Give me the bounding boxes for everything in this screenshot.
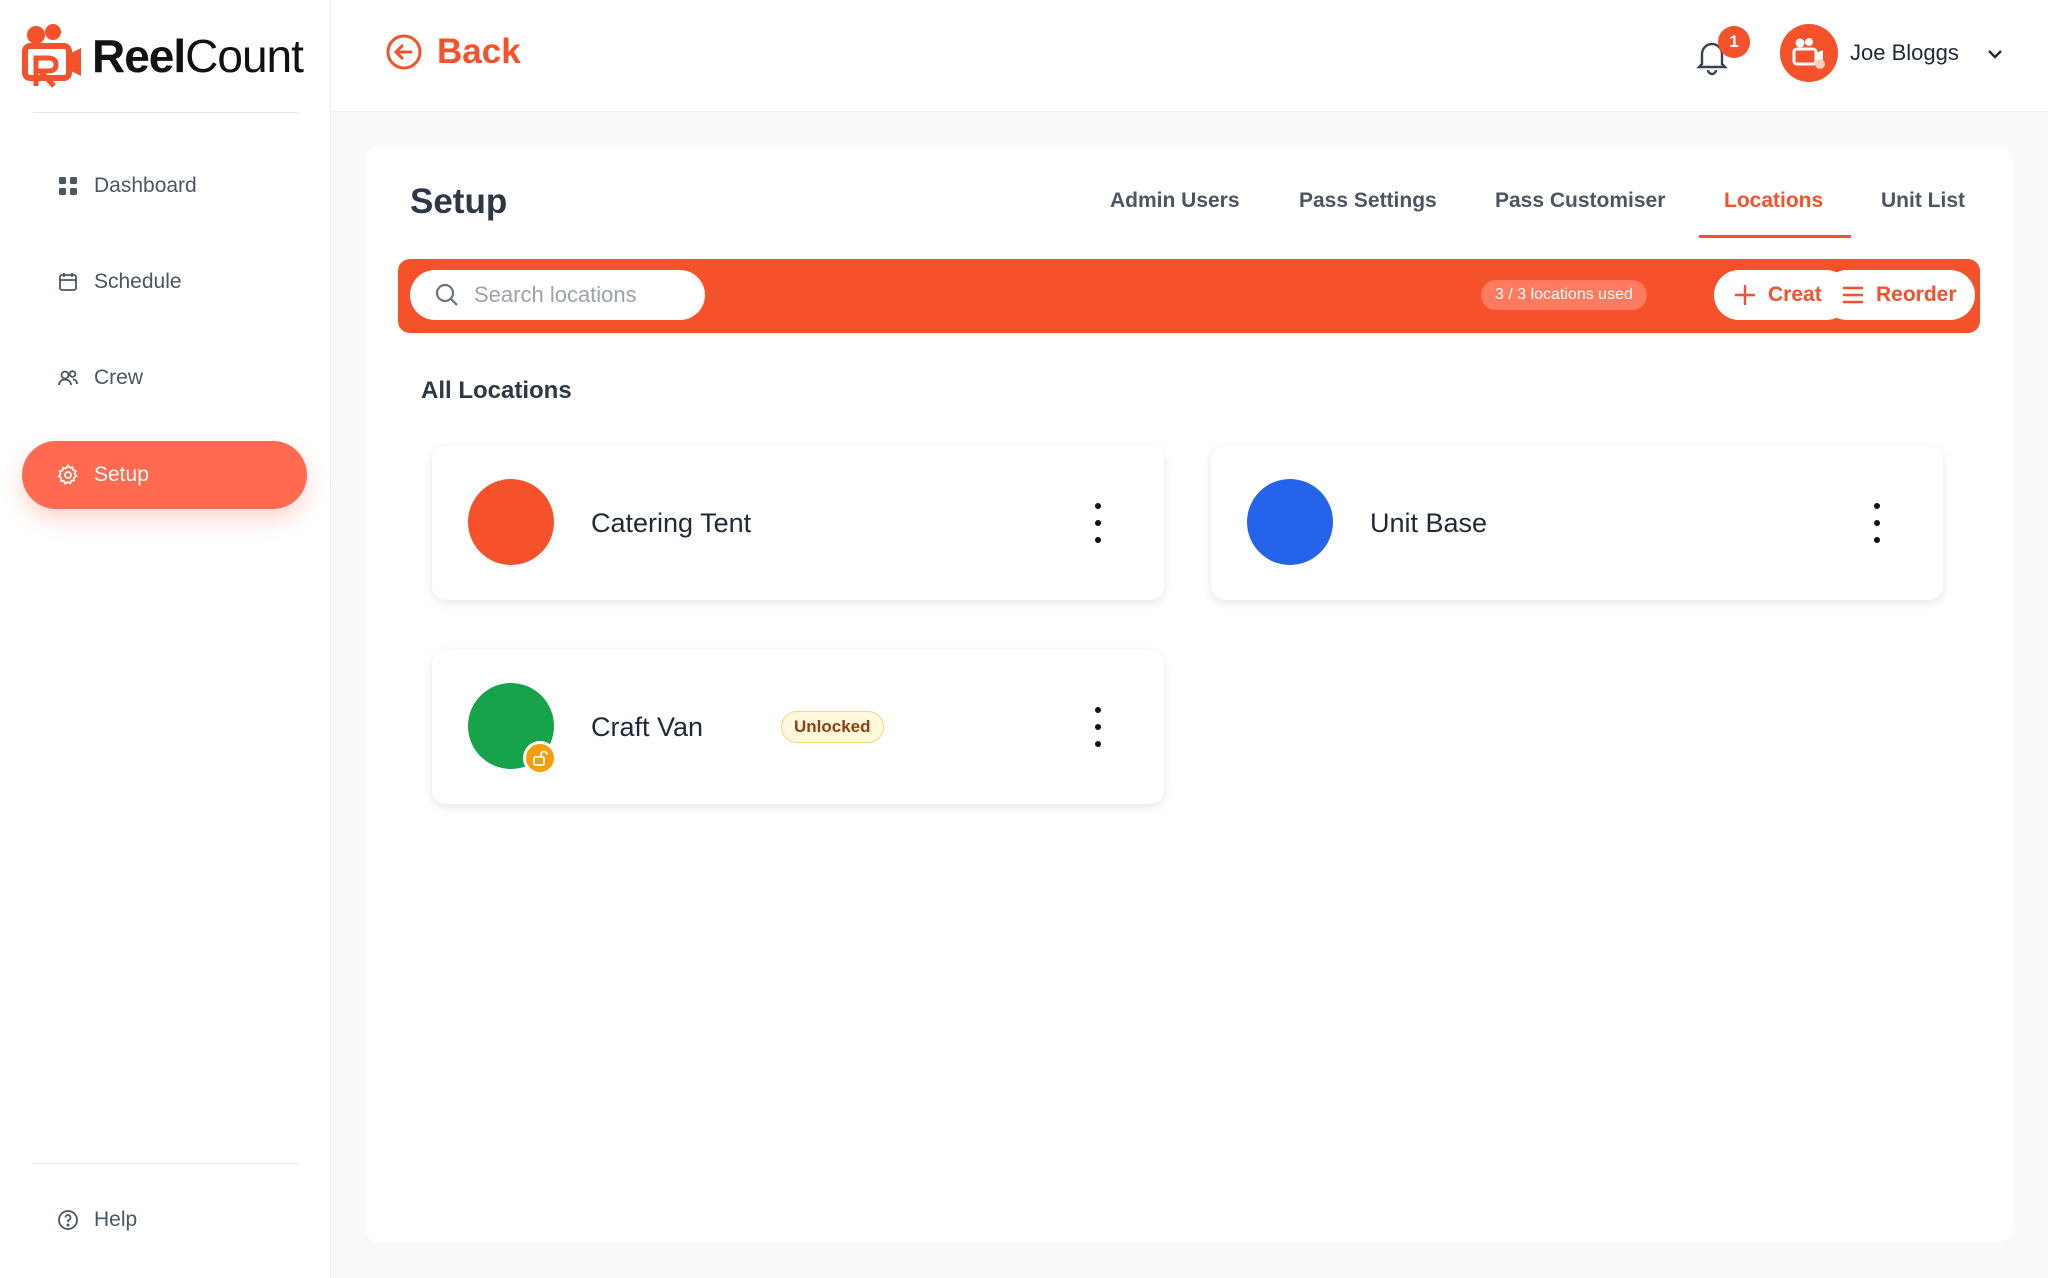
search-input[interactable] bbox=[474, 282, 684, 308]
more-vertical-icon[interactable] bbox=[1092, 503, 1104, 543]
sidebar-item-schedule[interactable]: Schedule bbox=[22, 248, 307, 316]
back-button[interactable]: Back bbox=[385, 32, 521, 72]
avatar[interactable] bbox=[1780, 24, 1838, 82]
sidebar-item-label: Crew bbox=[94, 366, 144, 389]
locations-toolbar: 3 / 3 locations used Create Reorder bbox=[398, 259, 1980, 333]
more-vertical-icon[interactable] bbox=[1092, 707, 1104, 747]
page-title: Setup bbox=[410, 182, 508, 221]
sidebar-item-label: Dashboard bbox=[94, 174, 197, 197]
tab-admin-users[interactable]: Admin Users bbox=[1110, 189, 1240, 213]
sidebar-item-crew[interactable]: Crew bbox=[22, 344, 307, 412]
app-logo[interactable]: ReelCount bbox=[22, 24, 304, 88]
sidebar-item-dashboard[interactable]: Dashboard bbox=[22, 152, 307, 220]
sidebar-divider bbox=[33, 1163, 298, 1164]
grid-icon bbox=[59, 177, 77, 195]
unlocked-badge: Unlocked bbox=[781, 711, 884, 743]
section-title: All Locations bbox=[421, 377, 572, 404]
location-color-dot bbox=[468, 479, 554, 565]
locations-usage-badge: 3 / 3 locations used bbox=[1481, 280, 1647, 310]
location-card-craft-van[interactable]: Craft Van Unlocked bbox=[432, 650, 1164, 804]
sidebar: ReelCount Dashboard Schedule Crew Setup … bbox=[0, 0, 331, 1278]
unlock-icon bbox=[523, 741, 557, 775]
arrow-left-circle-icon bbox=[386, 34, 422, 70]
location-name: Craft Van bbox=[591, 712, 704, 742]
setup-panel: Setup Admin Users Pass Settings Pass Cus… bbox=[365, 147, 2013, 1242]
location-name: Catering Tent bbox=[591, 508, 752, 538]
search-icon bbox=[435, 283, 458, 306]
users-icon bbox=[58, 370, 78, 386]
location-name: Unit Base bbox=[1370, 508, 1488, 538]
tab-unit-list[interactable]: Unit List bbox=[1881, 189, 1965, 213]
tab-pass-customiser[interactable]: Pass Customiser bbox=[1495, 189, 1665, 213]
reorder-button[interactable]: Reorder bbox=[1822, 270, 1975, 320]
sidebar-item-help[interactable]: Help bbox=[22, 1186, 307, 1254]
sidebar-item-setup[interactable]: Setup bbox=[22, 441, 307, 509]
location-card-catering-tent[interactable]: Catering Tent bbox=[432, 446, 1164, 600]
chevron-down-icon[interactable] bbox=[1983, 42, 2007, 66]
tab-pass-settings[interactable]: Pass Settings bbox=[1299, 189, 1437, 213]
sidebar-item-label: Schedule bbox=[94, 270, 182, 293]
reelcount-avatar-icon bbox=[1792, 38, 1825, 69]
help-circle-icon bbox=[58, 1210, 78, 1230]
sidebar-item-label: Setup bbox=[94, 463, 149, 486]
menu-lines-icon bbox=[1843, 286, 1863, 304]
user-name[interactable]: Joe Bloggs bbox=[1850, 40, 1959, 66]
calendar-icon bbox=[59, 273, 77, 291]
top-bar: Back 1 Joe Bloggs bbox=[331, 0, 2048, 112]
tab-locations[interactable]: Locations bbox=[1724, 189, 1823, 213]
reelcount-logo-icon bbox=[22, 24, 81, 88]
sidebar-item-label: Help bbox=[94, 1208, 138, 1231]
sidebar-divider bbox=[33, 112, 298, 113]
search-box[interactable] bbox=[410, 270, 705, 320]
logo-wordmark: ReelCount bbox=[92, 30, 304, 82]
plus-icon bbox=[1735, 285, 1755, 305]
gear-icon bbox=[57, 463, 78, 485]
reorder-label: Reorder bbox=[1876, 283, 1957, 306]
location-color-dot bbox=[1247, 479, 1333, 565]
notification-count-badge: 1 bbox=[1718, 26, 1750, 58]
back-label: Back bbox=[437, 32, 521, 71]
more-vertical-icon[interactable] bbox=[1871, 503, 1883, 543]
active-tab-indicator bbox=[1699, 235, 1851, 238]
location-card-unit-base[interactable]: Unit Base bbox=[1211, 446, 1943, 600]
